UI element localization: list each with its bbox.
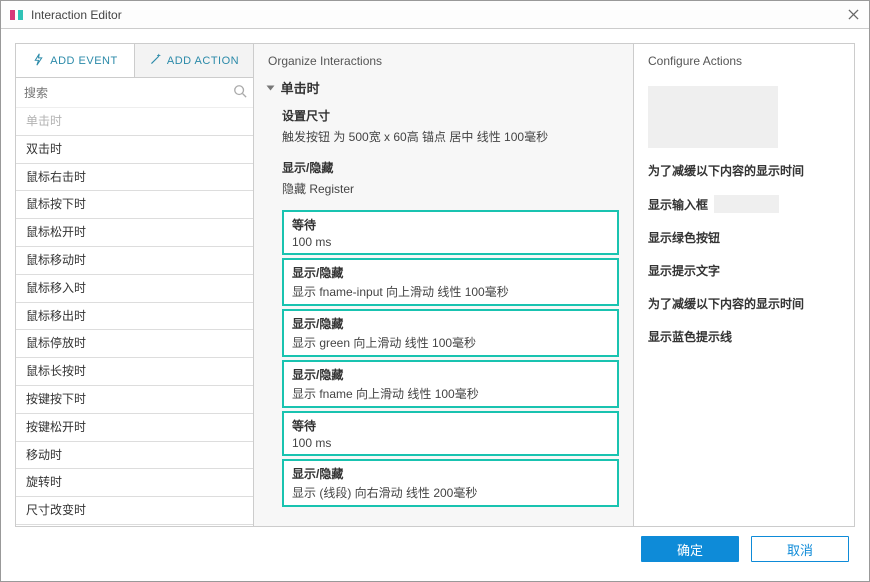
close-icon[interactable] (845, 7, 861, 23)
event-item[interactable]: 鼠标移入时 (16, 275, 253, 303)
action-title: 等待 (292, 216, 609, 235)
event-item[interactable]: 单击时 (16, 108, 253, 136)
action-item[interactable]: 显示/隐藏显示 fname 向上滑动 线性 100毫秒 (282, 360, 619, 408)
add-action-tab[interactable]: ADD ACTION (135, 44, 253, 77)
event-node-title[interactable]: 单击时 (268, 74, 619, 103)
ok-button-label: 确定 (677, 540, 703, 559)
add-event-tab[interactable]: ADD EVENT (16, 44, 135, 77)
action-title: 显示/隐藏 (292, 366, 609, 385)
action-item[interactable]: 等待100 ms (282, 411, 619, 456)
event-item[interactable]: 鼠标停放时 (16, 330, 253, 358)
event-search-row (16, 78, 253, 108)
action-desc: 100 ms (292, 436, 609, 450)
action-desc: 显示 (线段) 向右滑动 线性 200毫秒 (292, 484, 609, 501)
config-note: 显示蓝色提示线 (648, 328, 840, 345)
config-note: 显示提示文字 (648, 262, 840, 279)
action-item[interactable]: 显示/隐藏显示 (线段) 向右滑动 线性 200毫秒 (282, 459, 619, 507)
config-note: 显示输入框 (648, 195, 840, 213)
events-panel: ADD EVENT ADD ACTION 单击时双击时鼠标右击时鼠标按下时鼠标松… (16, 44, 254, 526)
event-item[interactable]: 鼠标移动时 (16, 247, 253, 275)
action-title: 显示/隐藏 (292, 264, 609, 283)
event-item[interactable]: 鼠标移出时 (16, 303, 253, 331)
dialog-footer: 确定 取消 (15, 527, 855, 571)
action-title: 设置尺寸 (282, 105, 619, 126)
action-item[interactable]: 等待100 ms (282, 210, 619, 255)
action-title: 等待 (292, 417, 609, 436)
event-item[interactable]: 尺寸改变时 (16, 497, 253, 525)
config-note-text: 显示蓝色提示线 (648, 328, 732, 345)
window-title: Interaction Editor (31, 8, 845, 22)
action-desc: 隐藏 Register (282, 178, 619, 203)
organize-panel: Organize Interactions 单击时 设置尺寸触发按钮 为 500… (254, 44, 634, 526)
event-item[interactable]: 按键松开时 (16, 414, 253, 442)
action-desc: 100 ms (292, 235, 609, 249)
event-item[interactable]: 显示时 (16, 525, 253, 526)
config-note-text: 显示提示文字 (648, 262, 720, 279)
event-node-label: 单击时 (281, 81, 320, 96)
add-action-tab-label: ADD ACTION (167, 55, 239, 67)
event-item[interactable]: 鼠标松开时 (16, 219, 253, 247)
action-item[interactable]: 设置尺寸触发按钮 为 500宽 x 60高 锚点 居中 线性 100毫秒 (282, 103, 619, 155)
ok-button[interactable]: 确定 (641, 536, 739, 562)
event-item[interactable]: 按键按下时 (16, 386, 253, 414)
search-icon[interactable] (233, 84, 247, 101)
action-item[interactable]: 显示/隐藏隐藏 Register (282, 155, 619, 207)
event-item[interactable]: 双击时 (16, 136, 253, 164)
action-desc: 显示 fname 向上滑动 线性 100毫秒 (292, 385, 609, 402)
configure-header: Configure Actions (648, 52, 840, 72)
organize-header: Organize Interactions (254, 44, 633, 74)
config-note: 为了减缓以下内容的显示时间 (648, 295, 840, 312)
event-item[interactable]: 鼠标长按时 (16, 358, 253, 386)
app-logo-icon (9, 7, 25, 23)
config-note-text: 显示输入框 (648, 196, 708, 213)
add-event-tab-label: ADD EVENT (50, 55, 117, 67)
config-note-text: 为了减缓以下内容的显示时间 (648, 295, 804, 312)
action-item[interactable]: 显示/隐藏显示 fname-input 向上滑动 线性 100毫秒 (282, 258, 619, 306)
wand-icon (149, 53, 162, 69)
action-title: 显示/隐藏 (292, 465, 609, 484)
config-note-text: 显示绿色按钮 (648, 229, 720, 246)
action-title: 显示/隐藏 (292, 315, 609, 334)
caret-down-icon (267, 86, 275, 91)
action-desc: 显示 fname-input 向上滑动 线性 100毫秒 (292, 283, 609, 300)
lightning-icon (32, 53, 45, 69)
config-note-text: 为了减缓以下内容的显示时间 (648, 162, 804, 179)
left-tabs: ADD EVENT ADD ACTION (16, 44, 253, 78)
cancel-button-label: 取消 (787, 540, 813, 559)
event-item[interactable]: 移动时 (16, 442, 253, 470)
titlebar: Interaction Editor (1, 1, 869, 29)
cancel-button[interactable]: 取消 (751, 536, 849, 562)
config-note: 显示绿色按钮 (648, 229, 840, 246)
config-preview-box (648, 86, 778, 148)
config-note-chip (714, 195, 779, 213)
action-desc: 显示 green 向上滑动 线性 100毫秒 (292, 334, 609, 351)
event-list: 单击时双击时鼠标右击时鼠标按下时鼠标松开时鼠标移动时鼠标移入时鼠标移出时鼠标停放… (16, 108, 253, 526)
action-title: 显示/隐藏 (282, 157, 619, 178)
event-item[interactable]: 鼠标按下时 (16, 191, 253, 219)
configure-panel: Configure Actions 为了减缓以下内容的显示时间显示输入框显示绿色… (634, 44, 854, 526)
action-desc: 触发按钮 为 500宽 x 60高 锚点 居中 线性 100毫秒 (282, 126, 619, 151)
config-note: 为了减缓以下内容的显示时间 (648, 162, 840, 179)
action-item[interactable]: 显示/隐藏显示 green 向上滑动 线性 100毫秒 (282, 309, 619, 357)
interaction-editor-window: Interaction Editor ADD EVENT ADD ACTION (0, 0, 870, 582)
event-item[interactable]: 旋转时 (16, 469, 253, 497)
event-search-input[interactable] (22, 85, 233, 101)
event-item[interactable]: 鼠标右击时 (16, 164, 253, 192)
